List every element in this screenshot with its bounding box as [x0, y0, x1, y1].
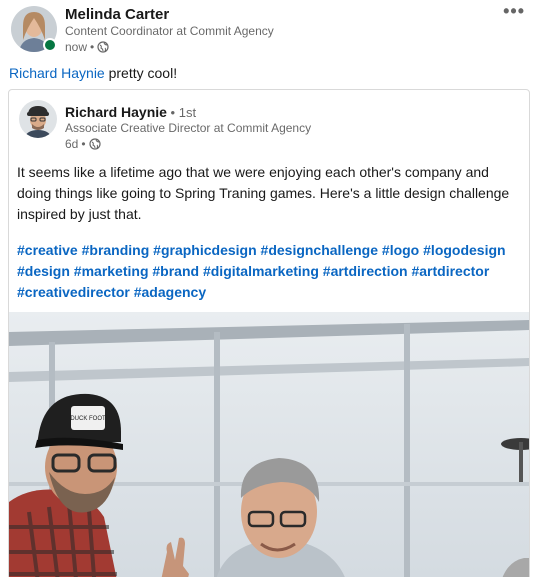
mention-link[interactable]: Richard Haynie	[9, 65, 105, 81]
hashtag-list: #creative #branding #graphicdesign #desi…	[17, 240, 527, 303]
shared-author-name[interactable]: Richard Haynie • 1st	[65, 104, 196, 120]
more-options-icon[interactable]: •••	[503, 2, 525, 20]
post-commentary: Richard Haynie pretty cool!	[9, 64, 177, 82]
shared-post-image[interactable]: DUCK FOOT	[9, 312, 529, 577]
post-header: Melinda Carter Content Coordinator at Co…	[11, 2, 535, 58]
author-name[interactable]: Melinda Carter	[65, 6, 169, 23]
post-time: now	[65, 40, 88, 54]
hashtag-link[interactable]: #graphicdesign	[153, 242, 256, 258]
post-meta: now •	[65, 40, 109, 54]
hashtag-link[interactable]: #adagency	[134, 284, 206, 300]
author-headline: Content Coordinator at Commit Agency	[65, 24, 274, 38]
globe-icon	[97, 41, 109, 53]
meta-separator: •	[90, 40, 95, 54]
hat-logo-text: DUCK FOOT	[70, 416, 106, 422]
commentary-text: pretty cool!	[104, 65, 178, 81]
hashtag-link[interactable]: #brand	[152, 263, 199, 279]
hashtag-link[interactable]: #artdirection	[323, 263, 408, 279]
shared-post-text: It seems like a lifetime ago that we wer…	[17, 164, 510, 222]
hashtag-link[interactable]: #marketing	[74, 263, 149, 279]
hashtag-link[interactable]: #design	[17, 263, 70, 279]
online-status-indicator	[43, 38, 57, 52]
hashtag-link[interactable]: #creative	[17, 242, 78, 258]
hashtag-link[interactable]: #branding	[82, 242, 150, 258]
globe-icon	[88, 138, 101, 150]
hashtag-link[interactable]: #creativedirector	[17, 284, 130, 300]
hashtag-link[interactable]: #logo	[382, 242, 419, 258]
hashtag-link[interactable]: #designchallenge	[261, 242, 378, 258]
hashtag-link[interactable]: #artdirector	[411, 263, 489, 279]
shared-author-name-text[interactable]: Richard Haynie	[65, 104, 167, 120]
connection-degree: • 1st	[166, 105, 197, 120]
shared-meta-separator: •	[81, 137, 86, 151]
hashtag-link[interactable]: #digitalmarketing	[203, 263, 319, 279]
shared-author-avatar[interactable]	[19, 100, 57, 138]
shared-post-card[interactable]: Richard Haynie • 1st Associate Creative …	[8, 89, 530, 577]
shared-author-headline: Associate Creative Director at Commit Ag…	[65, 121, 312, 135]
shared-post-meta: 6d •	[65, 137, 101, 151]
shared-post-time: 6d	[65, 137, 79, 151]
hashtag-link[interactable]: #logodesign	[423, 242, 505, 258]
